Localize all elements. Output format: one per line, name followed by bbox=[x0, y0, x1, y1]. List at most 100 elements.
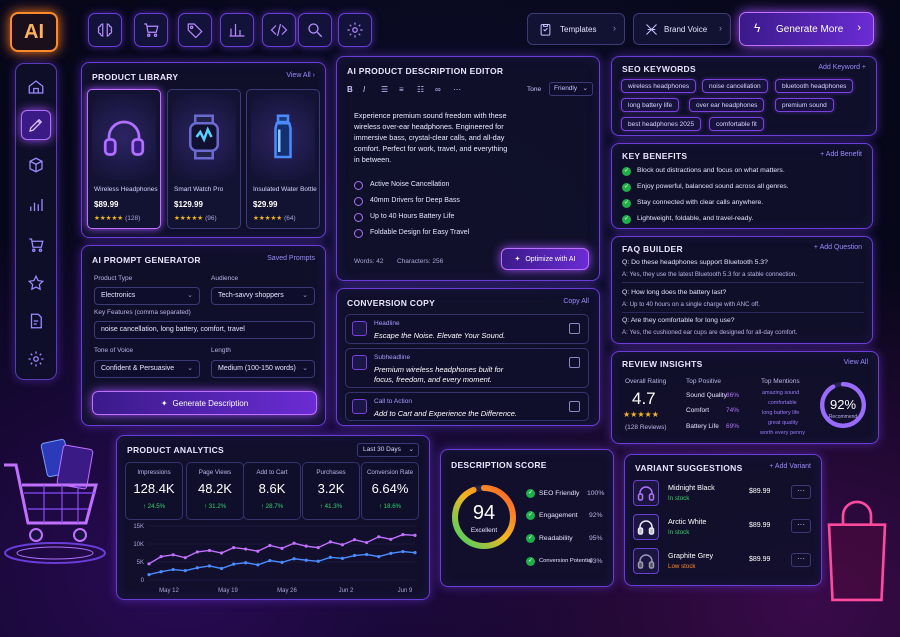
copy-item-text[interactable]: Premium wireless headphones built for foc… bbox=[374, 365, 503, 385]
data-point bbox=[256, 563, 260, 567]
keyword-chip[interactable]: premium sound bbox=[775, 98, 834, 112]
add-benefit-link[interactable]: + Add Benefit bbox=[820, 151, 862, 158]
sidebar-item-documents[interactable] bbox=[21, 306, 51, 336]
tone-of-voice-select[interactable]: Confident & Persuasive ⌄ bbox=[94, 360, 200, 378]
more-icon[interactable]: ⋯ bbox=[453, 85, 461, 94]
data-point bbox=[171, 553, 175, 557]
sidebar-item-settings[interactable] bbox=[21, 344, 51, 374]
brand-voice-button[interactable]: Brand Voice › bbox=[633, 13, 731, 45]
document-icon bbox=[30, 313, 42, 329]
overall-rating-value: 4.7 bbox=[632, 389, 656, 408]
bold-icon[interactable]: B bbox=[347, 85, 353, 94]
more-options-button[interactable]: ··· bbox=[791, 485, 811, 499]
generate-more-button[interactable]: ϟ Generate More › bbox=[739, 12, 874, 46]
date-range-select[interactable]: Last 30 Days ⌄ bbox=[357, 443, 419, 457]
key-features-input[interactable]: noise cancellation, long battery, comfor… bbox=[94, 321, 315, 339]
data-point bbox=[159, 570, 163, 574]
benefit-item: Lightweight, foldable, and travel-ready. bbox=[637, 215, 754, 222]
brain-icon bbox=[97, 23, 113, 37]
templates-button[interactable]: Templates › bbox=[527, 13, 625, 45]
faq-question[interactable]: Q: Are they comfortable for long use? bbox=[622, 317, 735, 324]
keyword-chip[interactable]: best headphones 2025 bbox=[621, 117, 702, 131]
product-card[interactable]: Smart Watch Pro $129.99 ★★★★★ (96) bbox=[167, 89, 241, 229]
tag-icon-button[interactable] bbox=[178, 13, 212, 47]
check-icon: ✓ bbox=[622, 199, 631, 208]
link-icon[interactable]: ∞ bbox=[435, 85, 441, 94]
check-circle-icon bbox=[354, 181, 363, 190]
add-question-link[interactable]: + Add Question bbox=[814, 244, 862, 251]
data-point bbox=[304, 558, 308, 562]
y-tick-label: 0 bbox=[141, 578, 145, 584]
search-icon-button[interactable] bbox=[298, 13, 332, 47]
mention-tag: comfortable bbox=[768, 400, 797, 406]
x-tick-label: Jun 2 bbox=[339, 588, 354, 594]
data-point bbox=[219, 566, 224, 571]
keyword-chip[interactable]: comfortable fit bbox=[709, 117, 764, 131]
audience-select[interactable]: Tech-savvy shoppers ⌄ bbox=[211, 287, 315, 305]
product-price: $29.99 bbox=[253, 200, 278, 209]
editor-body-text[interactable]: Experience premium sound freedom with th… bbox=[354, 110, 507, 165]
tone-select[interactable]: Friendly ⌄ bbox=[549, 82, 593, 96]
view-all-link[interactable]: View All bbox=[844, 359, 868, 366]
saved-prompts-link[interactable]: Saved Prompts bbox=[267, 255, 315, 262]
italic-icon[interactable]: I bbox=[363, 85, 365, 94]
variant-stock: Low stock bbox=[668, 563, 696, 570]
bar-chart-icon-button[interactable] bbox=[220, 13, 254, 47]
water-bottle-image bbox=[251, 94, 315, 180]
sidebar-item-favorites[interactable] bbox=[21, 268, 51, 298]
product-type-select[interactable]: Electronics ⌄ bbox=[94, 287, 200, 305]
sidebar-item-products[interactable] bbox=[21, 150, 51, 180]
sidebar-item-edit[interactable] bbox=[21, 110, 51, 140]
sidebar-item-analytics[interactable] bbox=[21, 190, 51, 220]
keyword-chip[interactable]: bluetooth headphones bbox=[775, 79, 854, 93]
copy-icon[interactable] bbox=[569, 323, 580, 334]
gear-icon bbox=[347, 22, 363, 38]
positive-key: Battery Life bbox=[686, 423, 719, 430]
benefit-item: Enjoy powerful, balanced sound across al… bbox=[637, 183, 789, 190]
brain-icon-button[interactable] bbox=[88, 13, 122, 47]
copy-item-text[interactable]: Add to Cart and Experience the Differenc… bbox=[374, 409, 517, 419]
chevron-down-icon: ⌄ bbox=[408, 446, 414, 453]
sidebar-item-home[interactable] bbox=[21, 72, 51, 102]
sidebar-item-cart[interactable] bbox=[21, 230, 51, 260]
metric-card: Add to Cart 8.6K ↑ 28.7% bbox=[243, 462, 301, 520]
data-point bbox=[183, 556, 187, 560]
length-select[interactable]: Medium (100-150 words) ⌄ bbox=[211, 360, 315, 378]
data-point bbox=[268, 558, 272, 563]
view-all-link[interactable]: View All › bbox=[286, 72, 315, 79]
keyword-chip[interactable]: noise cancellation bbox=[702, 79, 768, 93]
copy-icon[interactable] bbox=[569, 357, 580, 368]
cart-icon-button[interactable] bbox=[134, 13, 168, 47]
product-card[interactable]: Insulated Water Bottle $29.99 ★★★★★ (64) bbox=[246, 89, 320, 229]
copy-icon[interactable] bbox=[569, 401, 580, 412]
add-keyword-link[interactable]: Add Keyword + bbox=[818, 64, 866, 71]
more-options-button[interactable]: ··· bbox=[791, 519, 811, 533]
product-price: $89.99 bbox=[94, 200, 119, 209]
positive-value: 74% bbox=[726, 407, 740, 414]
divider bbox=[622, 312, 864, 313]
keyword-chip[interactable]: wireless headphones bbox=[621, 79, 697, 93]
optimize-with-ai-button[interactable]: ✦ Optimize with AI bbox=[501, 248, 589, 270]
key-features-label: Key Features (comma separated) bbox=[94, 309, 191, 316]
data-point bbox=[413, 551, 417, 555]
positive-key: Sound Quality bbox=[686, 392, 727, 399]
copy-all-link[interactable]: Copy All bbox=[563, 298, 589, 305]
add-variant-link[interactable]: + Add Variant bbox=[769, 463, 811, 470]
keyword-chip[interactable]: long battery life bbox=[621, 98, 680, 112]
generate-description-button[interactable]: ✦ Generate Description bbox=[92, 391, 317, 415]
more-options-button[interactable]: ··· bbox=[791, 553, 811, 567]
faq-question[interactable]: Q: Do these headphones support Bluetooth… bbox=[622, 259, 768, 266]
headline-icon bbox=[352, 321, 367, 336]
bullet-list-icon[interactable]: ☰ bbox=[381, 85, 388, 94]
data-point bbox=[328, 540, 332, 544]
data-point bbox=[147, 562, 151, 566]
gear-icon-button[interactable] bbox=[338, 13, 372, 47]
faq-question[interactable]: Q: How long does the battery last? bbox=[622, 289, 726, 296]
code-icon-button[interactable] bbox=[262, 13, 296, 47]
align-icon[interactable]: ☷ bbox=[417, 85, 424, 94]
copy-item-label: Headline bbox=[374, 320, 400, 327]
numbered-list-icon[interactable]: ≡ bbox=[399, 85, 404, 94]
keyword-chip[interactable]: over ear headphones bbox=[689, 98, 765, 112]
copy-item-text[interactable]: Escape the Noise. Elevate Your Sound. bbox=[374, 331, 505, 341]
product-card[interactable]: Wireless Headphones $89.99 ★★★★★ (128) bbox=[87, 89, 161, 229]
